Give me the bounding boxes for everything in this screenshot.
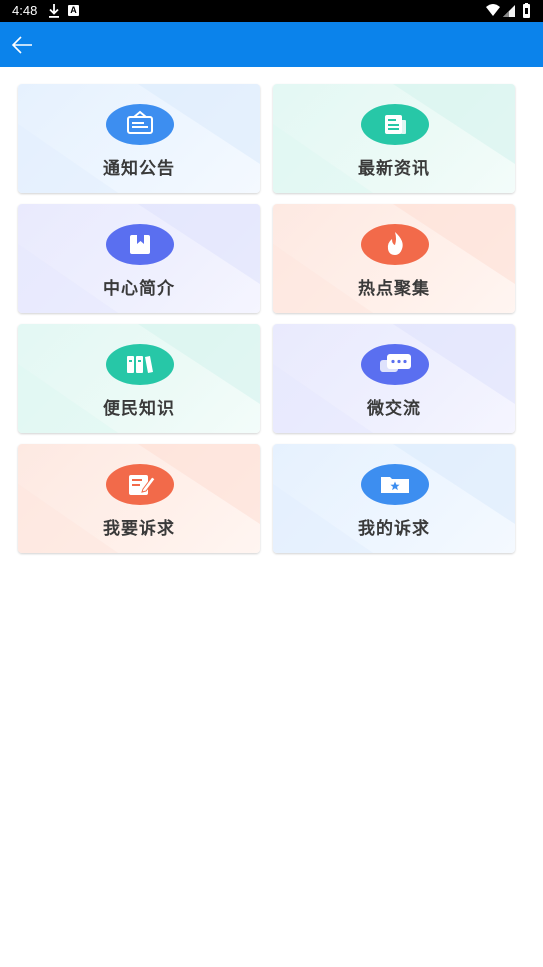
notification-a-icon: A <box>68 5 79 16</box>
menu-card-submit-request[interactable]: 我要诉求 <box>18 444 260 553</box>
menu-label: 便民知识 <box>103 399 175 419</box>
menu-label: 微交流 <box>367 399 421 419</box>
chat-icon <box>361 344 429 385</box>
download-icon <box>49 4 59 18</box>
menu-card-chat[interactable]: 微交流 <box>273 324 515 433</box>
menu-label: 我要诉求 <box>103 519 175 539</box>
status-bar: 4:48 A <box>0 0 543 22</box>
menu-label: 中心简介 <box>103 279 175 299</box>
menu-label: 最新资讯 <box>358 159 430 179</box>
menu-label: 热点聚集 <box>358 279 430 299</box>
notice-board-icon <box>106 104 174 145</box>
wifi-icon <box>486 4 500 16</box>
menu-card-intro[interactable]: 中心简介 <box>18 204 260 313</box>
edit-note-icon <box>106 464 174 505</box>
newspaper-icon <box>361 104 429 145</box>
menu-label: 我的诉求 <box>358 519 430 539</box>
folder-star-icon <box>361 464 429 505</box>
book-icon <box>106 224 174 265</box>
back-button[interactable] <box>8 31 36 59</box>
books-icon <box>106 344 174 385</box>
menu-card-notice[interactable]: 通知公告 <box>18 84 260 193</box>
menu-card-my-requests[interactable]: 我的诉求 <box>273 444 515 553</box>
fire-icon <box>361 224 429 265</box>
arrow-left-icon <box>11 36 32 54</box>
status-time: 4:48 <box>12 3 38 18</box>
menu-card-hot[interactable]: 热点聚集 <box>273 204 515 313</box>
menu-label: 通知公告 <box>103 159 175 179</box>
menu-card-news[interactable]: 最新资讯 <box>273 84 515 193</box>
battery-icon <box>523 3 530 18</box>
app-bar <box>0 22 543 67</box>
menu-card-knowledge[interactable]: 便民知识 <box>18 324 260 433</box>
signal-icon <box>503 5 515 17</box>
status-icons <box>486 3 530 18</box>
